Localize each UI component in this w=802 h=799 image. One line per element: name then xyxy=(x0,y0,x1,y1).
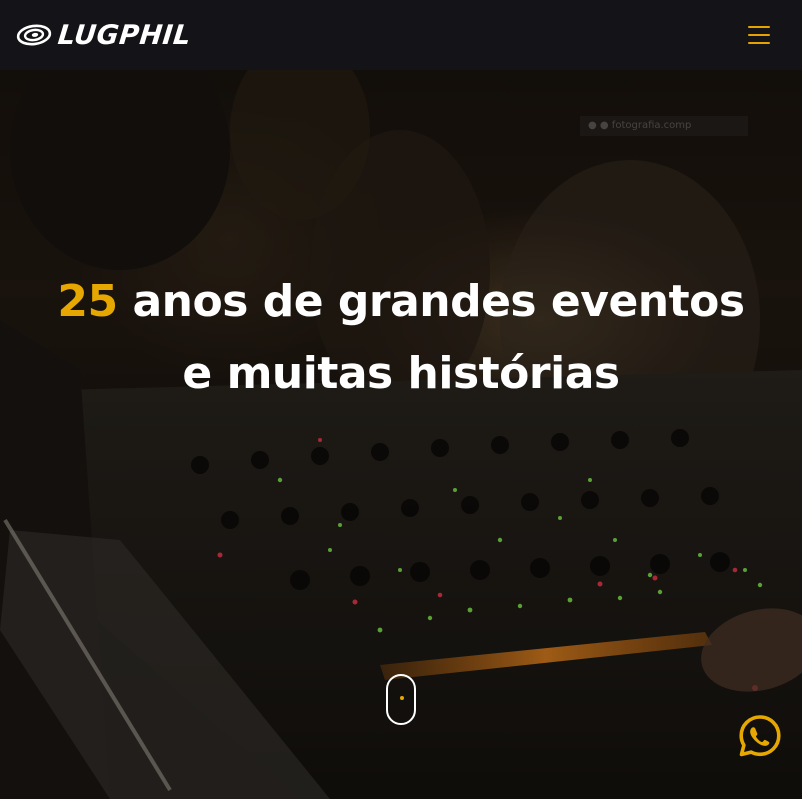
hero-section: ● ● fotografia.comp 25 anos de grandes e… xyxy=(0,70,802,799)
site-logo[interactable]: LUGPHIL xyxy=(16,19,193,51)
menu-bar xyxy=(748,42,770,44)
lugphil-logo-icon xyxy=(16,24,52,46)
page: LUGPHIL ● ● fotografia.comp 25 anos de g… xyxy=(0,0,802,799)
headline-text: anos de grandes eventos e muitas históri… xyxy=(117,276,745,399)
scroll-dot xyxy=(399,696,404,700)
logo-text: LUGPHIL xyxy=(56,19,193,51)
hamburger-menu-icon[interactable] xyxy=(748,26,770,44)
whatsapp-icon[interactable] xyxy=(737,713,783,759)
headline-years: 25 xyxy=(57,276,118,327)
menu-bar xyxy=(748,34,770,36)
hero-headline: 25 anos de grandes eventos e muitas hist… xyxy=(40,266,762,410)
photo-watermark: ● ● fotografia.comp xyxy=(580,116,748,136)
mouse-scroll-icon[interactable] xyxy=(386,674,416,725)
menu-bar xyxy=(748,26,770,28)
site-header: LUGPHIL xyxy=(0,0,802,70)
